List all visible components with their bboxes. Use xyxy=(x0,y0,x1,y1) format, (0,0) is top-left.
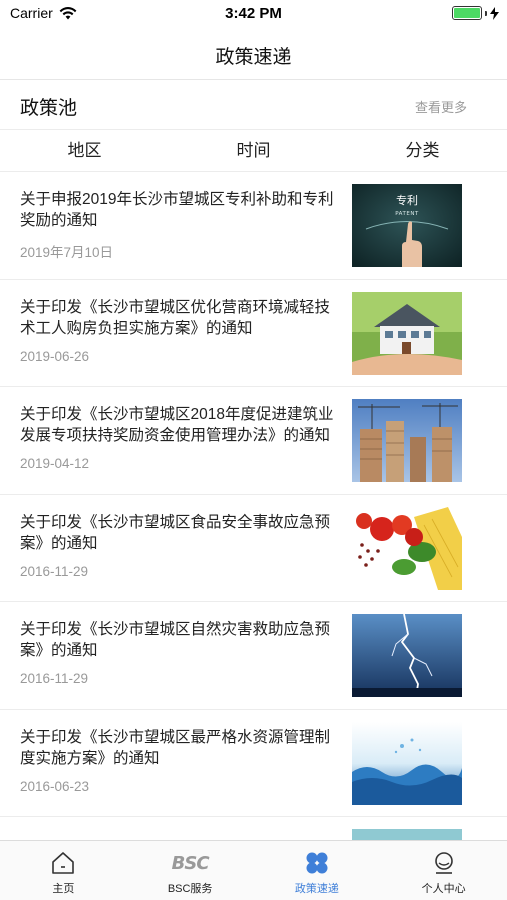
bsc-logo-icon: BSC xyxy=(172,849,210,877)
tab-label: 个人中心 xyxy=(421,883,466,895)
tab-home[interactable]: 主页 xyxy=(0,841,127,900)
filter-region[interactable]: 地区 xyxy=(0,130,169,171)
status-bar: Carrier 3:42 PM xyxy=(0,0,507,28)
partial-image xyxy=(352,829,462,840)
food-image xyxy=(352,506,462,590)
battery-fill xyxy=(454,8,480,18)
status-time: 3:42 PM xyxy=(225,5,282,22)
filter-bar: 地区 时间 分类 xyxy=(0,130,507,172)
filter-category[interactable]: 分类 xyxy=(338,130,507,171)
news-date: 2019年7月10日 xyxy=(20,245,114,260)
news-title: 关于印发《长沙市望城区2018年度促进建筑业发展专项扶持奖励资金使用管理办法》的… xyxy=(20,406,334,444)
news-title: 关于印发《长沙市望城区自然灾害救助应急预案》的通知 xyxy=(20,621,331,659)
news-title: 关于印发《长沙市望城区优化营商环境减轻技术工人购房负担实施方案》的通知 xyxy=(20,298,331,337)
house-image xyxy=(352,291,462,375)
user-icon xyxy=(429,849,459,877)
view-more-link[interactable]: 查看更多 xyxy=(415,97,467,116)
clover-icon xyxy=(302,849,332,877)
section-header: 政策池 查看更多 xyxy=(0,80,507,130)
list-item[interactable]: 关于印发《长沙市望城区自然灾害救助应急预案》的通知 2016-11-29 xyxy=(0,602,507,710)
status-right xyxy=(452,6,499,20)
tab-bsc-service[interactable]: BSC BSC服务 xyxy=(127,841,254,900)
filter-time[interactable]: 时间 xyxy=(169,130,338,171)
water-image xyxy=(352,721,462,805)
home-icon xyxy=(48,849,78,877)
tab-profile[interactable]: 个人中心 xyxy=(380,841,507,900)
news-date: 2019-06-26 xyxy=(20,348,90,364)
list-item[interactable]: 关于印发《长沙市望城区2018年度促进建筑业发展专项扶持奖励资金使用管理办法》的… xyxy=(0,387,507,495)
list-item-partial[interactable] xyxy=(0,817,507,840)
battery-icon xyxy=(452,6,482,20)
list-item[interactable]: 关于印发《长沙市望城区食品安全事故应急预案》的通知 2016-11-29 xyxy=(0,495,507,602)
tab-label: 政策速递 xyxy=(294,883,339,895)
tab-label: 主页 xyxy=(52,883,75,895)
tab-bar: 主页 BSC BSC服务 政策速递 个人中心 xyxy=(0,840,507,900)
news-date: 2016-11-29 xyxy=(20,671,89,686)
patent-image-title: 专利 xyxy=(396,193,418,207)
page-title: 政策速递 xyxy=(215,47,292,68)
list-item[interactable]: 关于印发《长沙市望城区优化营商环境减轻技术工人购房负担实施方案》的通知 2019… xyxy=(0,280,507,387)
news-title: 关于申报2019年长沙市望城区专利补助和专利奖励的通知 xyxy=(20,191,334,229)
news-date: 2019-04-12 xyxy=(20,456,90,471)
charging-icon xyxy=(490,6,499,20)
news-date: 2016-11-29 xyxy=(20,563,89,579)
lightning-image xyxy=(352,614,462,697)
patent-image-subtitle: PATENT xyxy=(395,211,419,217)
news-list[interactable]: 关于申报2019年长沙市望城区专利补助和专利奖励的通知 2019年7月10日 专… xyxy=(0,172,507,840)
bsc-logo-text: BSC xyxy=(171,852,210,874)
patent-image: 专利 PATENT xyxy=(352,184,462,267)
list-item[interactable]: 关于申报2019年长沙市望城区专利补助和专利奖励的通知 2019年7月10日 专… xyxy=(0,172,507,280)
tab-policy[interactable]: 政策速递 xyxy=(254,841,381,900)
construction-image xyxy=(352,399,462,482)
list-item[interactable]: 关于印发《长沙市望城区最严格水资源管理制度实施方案》的通知 2016-06-23 xyxy=(0,710,507,817)
news-title: 关于印发《长沙市望城区食品安全事故应急预案》的通知 xyxy=(20,513,331,552)
battery-tip xyxy=(485,10,487,16)
tab-label: BSC服务 xyxy=(167,883,213,895)
news-date: 2016-06-23 xyxy=(20,778,90,794)
news-title: 关于印发《长沙市望城区最严格水资源管理制度实施方案》的通知 xyxy=(20,728,331,767)
nav-bar: 政策速递 xyxy=(0,28,507,80)
section-title: 政策池 xyxy=(20,98,78,119)
